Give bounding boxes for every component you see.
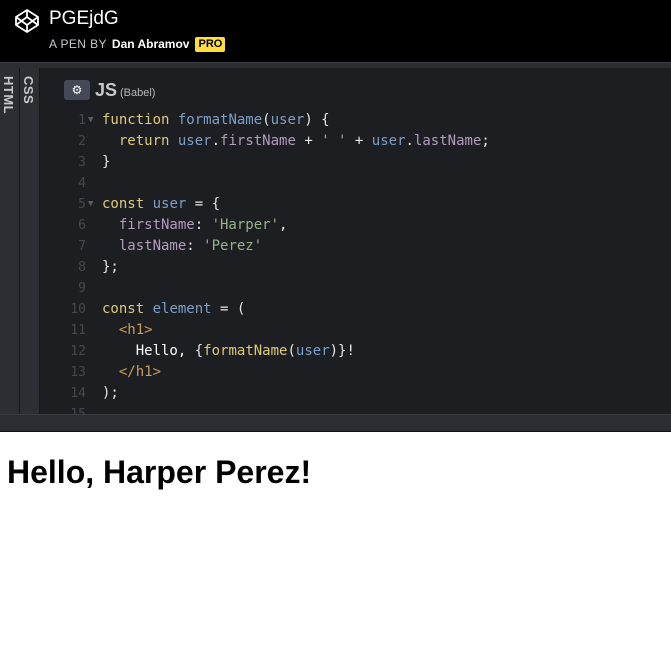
- code-line: 1 ▼ function formatName(user) {: [40, 110, 671, 131]
- line-number: 5: [78, 197, 86, 212]
- code-text: firstName: 'Harper',: [118, 217, 288, 233]
- pen-byline: A PEN BY Dan Abramov PRO: [49, 36, 226, 52]
- code-line: 14 );: [40, 383, 671, 404]
- code-text: lastName: 'Perez': [118, 238, 263, 254]
- editor-resize-handle[interactable]: [0, 414, 671, 432]
- code-line: 11 <h1>: [40, 320, 671, 341]
- code-line: 10 const element = (: [40, 299, 671, 320]
- css-editor-label: CSS: [21, 76, 36, 105]
- line-number: 9: [78, 281, 86, 296]
- code-text: function formatName(user) {: [102, 112, 330, 128]
- code-line: 9: [40, 278, 671, 299]
- pen-by-label: A PEN BY: [49, 37, 107, 51]
- html-editor-collapsed[interactable]: HTML: [0, 68, 20, 414]
- line-number: 13: [70, 365, 86, 380]
- code-line: 6 firstName: 'Harper',: [40, 215, 671, 236]
- code-text: Hello, {formatName(user)}!: [135, 343, 355, 359]
- code-line: 8 };: [40, 257, 671, 278]
- result-heading: Hello, Harper Perez!: [7, 454, 312, 490]
- line-number: 14: [70, 386, 86, 401]
- fold-arrow-icon[interactable]: ▼: [88, 110, 93, 131]
- line-number: 3: [78, 155, 86, 170]
- code-text: <h1>: [118, 322, 153, 338]
- code-line: 2 return user.firstName + ' ' + user.las…: [40, 131, 671, 152]
- code-area[interactable]: 1 ▼ function formatName(user) { 2 return…: [40, 68, 671, 414]
- code-line: 12 Hello, {formatName(user)}!: [40, 341, 671, 362]
- code-line: 3 }: [40, 152, 671, 173]
- author-link[interactable]: Dan Abramov: [112, 37, 190, 51]
- code-text: return user.firstName + ' ' + user.lastN…: [118, 133, 490, 149]
- line-number: 15: [60, 404, 86, 414]
- code-text: };: [102, 259, 119, 275]
- code-line: 7 lastName: 'Perez': [40, 236, 671, 257]
- code-text: );: [102, 385, 119, 401]
- code-line: 15: [40, 404, 671, 414]
- code-line: 4: [40, 173, 671, 194]
- code-text: const element = (: [102, 301, 246, 317]
- line-number: 4: [78, 176, 86, 191]
- line-number: 6: [78, 218, 86, 233]
- css-editor-collapsed[interactable]: CSS: [20, 68, 40, 414]
- code-text: </h1>: [118, 364, 162, 380]
- line-number: 10: [70, 302, 86, 317]
- line-number: 8: [78, 260, 86, 275]
- line-number: 7: [78, 239, 86, 254]
- pen-header: PGEjdG A PEN BY Dan Abramov PRO: [0, 0, 671, 62]
- pen-title[interactable]: PGEjdG: [49, 8, 119, 30]
- line-number: 11: [70, 323, 86, 338]
- pro-badge[interactable]: PRO: [195, 36, 226, 52]
- line-number: 1: [78, 113, 86, 128]
- codepen-logo-icon[interactable]: [14, 8, 40, 34]
- line-number: 12: [70, 344, 86, 359]
- result-preview: Hello, Harper Perez!: [0, 432, 671, 661]
- code-text: const user = {: [102, 196, 221, 212]
- code-line: 5 ▼ const user = {: [40, 194, 671, 215]
- code-text: }: [102, 154, 111, 170]
- line-number: 2: [78, 134, 86, 149]
- code-line: 13 </h1>: [40, 362, 671, 383]
- html-editor-label: HTML: [1, 76, 16, 115]
- editors-area: HTML CSS ⚙ JS (Babel) 1 ▼ function forma…: [0, 68, 671, 414]
- fold-arrow-icon[interactable]: ▼: [88, 194, 93, 215]
